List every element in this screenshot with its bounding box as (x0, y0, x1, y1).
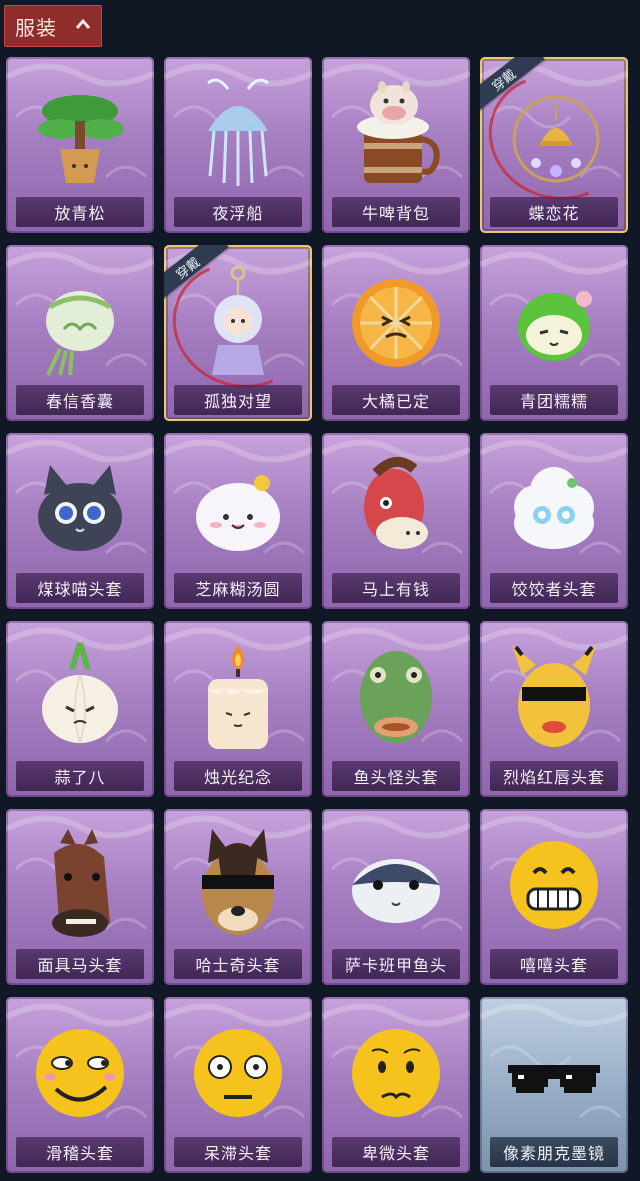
costume-grid: 放青松 夜浮船 牛啤背包 穿戴 蝶恋花 春信香囊 穿戴 孤独对望 大橘已定 青团… (4, 57, 636, 1181)
smirk-emoji-icon (36, 1029, 124, 1117)
costume-item-label: 面具马头套 (16, 949, 144, 979)
costume-item-label: 萨卡班甲鱼头 (332, 949, 460, 979)
cow-beer-mug-icon (357, 81, 440, 183)
costume-item-card[interactable]: 穿戴 孤独对望 (164, 245, 312, 421)
costume-item-label: 呆滞头套 (174, 1137, 302, 1167)
horse-head-mask-icon (52, 829, 110, 937)
costume-item-label: 饺饺者头套 (490, 573, 618, 603)
sachet-pouch-icon (46, 291, 114, 376)
costume-item-label: 像素朋克墨镜 (490, 1137, 618, 1167)
costume-item-card[interactable]: 大橘已定 (322, 245, 470, 421)
costume-item-card[interactable]: 放青松 (6, 57, 154, 233)
costume-item-label: 烛光纪念 (174, 761, 302, 791)
costume-item-card[interactable]: 青团糯糯 (480, 245, 628, 421)
costume-item-card[interactable]: 穿戴 蝶恋花 (480, 57, 628, 233)
costume-item-card[interactable]: 嘻嘻头套 (480, 809, 628, 985)
costume-item-label: 哈士奇头套 (174, 949, 302, 979)
costume-item-label: 烈焰红唇头套 (490, 761, 618, 791)
costume-item-label: 青团糯糯 (490, 385, 618, 415)
dazed-emoji-icon (194, 1029, 282, 1117)
pixel-sunglasses-icon (508, 1065, 600, 1093)
garlic-face-icon (42, 642, 118, 744)
red-horse-head-icon (364, 457, 428, 549)
jellyfish-icon (207, 78, 269, 186)
costume-item-card[interactable]: 滑稽头套 (6, 997, 154, 1173)
costume-item-card[interactable]: 像素朋克墨镜 (480, 997, 628, 1173)
round-fish-head-icon (352, 859, 440, 923)
yellow-sunglasses-mask-icon (512, 645, 596, 747)
chevron-up-icon (75, 18, 91, 29)
costume-item-card[interactable]: 蒜了八 (6, 621, 154, 797)
costume-item-card[interactable]: 卑微头套 (322, 997, 470, 1173)
costume-item-label: 孤独对望 (174, 385, 302, 415)
costume-item-card[interactable]: 夜浮船 (164, 57, 312, 233)
costume-item-card[interactable]: 春信香囊 (6, 245, 154, 421)
costume-item-card[interactable]: 芝麻糊汤圆 (164, 433, 312, 609)
costume-item-card[interactable]: 马上有钱 (322, 433, 470, 609)
costume-item-label: 大橘已定 (332, 385, 460, 415)
rice-dumpling-face-icon (196, 475, 280, 551)
costume-item-label: 放青松 (16, 197, 144, 227)
costume-item-card[interactable]: 牛啤背包 (322, 57, 470, 233)
costume-item-label: 蒜了八 (16, 761, 144, 791)
costume-item-label: 煤球喵头套 (16, 573, 144, 603)
green-rice-ball-icon (518, 291, 592, 361)
costume-item-label: 牛啤背包 (332, 197, 460, 227)
costume-item-label: 马上有钱 (332, 573, 460, 603)
costume-item-card[interactable]: 面具马头套 (6, 809, 154, 985)
costume-item-label: 芝麻糊汤圆 (174, 573, 302, 603)
costume-item-label: 滑稽头套 (16, 1137, 144, 1167)
costume-item-card[interactable]: 哈士奇头套 (164, 809, 312, 985)
husky-sunglasses-icon (202, 829, 274, 935)
costume-item-card[interactable]: 饺饺者头套 (480, 433, 628, 609)
timid-emoji-icon (352, 1029, 440, 1117)
candle-face-icon (208, 645, 268, 749)
costume-item-label: 嘻嘻头套 (490, 949, 618, 979)
costume-item-card[interactable]: 呆滞头套 (164, 997, 312, 1173)
costume-item-label: 春信香囊 (16, 385, 144, 415)
costume-item-label: 卑微头套 (332, 1137, 460, 1167)
costume-item-card[interactable]: 烛光纪念 (164, 621, 312, 797)
costume-item-card[interactable]: 鱼头怪头套 (322, 621, 470, 797)
costume-item-label: 蝶恋花 (490, 197, 618, 227)
costume-item-label: 夜浮船 (174, 197, 302, 227)
doll-charm-icon (212, 265, 264, 375)
costume-item-label: 鱼头怪头套 (332, 761, 460, 791)
butterfly-bell-ornament-icon (512, 95, 600, 183)
grin-emoji-icon (510, 841, 598, 929)
costume-category-tab[interactable]: 服装 (4, 5, 102, 47)
bonsai-pine-icon (38, 95, 124, 183)
fish-head-mask-icon (360, 651, 432, 743)
costume-item-card[interactable]: 煤球喵头套 (6, 433, 154, 609)
costume-item-card[interactable]: 萨卡班甲鱼头 (322, 809, 470, 985)
black-cat-head-icon (38, 465, 122, 551)
costume-item-card[interactable]: 烈焰红唇头套 (480, 621, 628, 797)
category-title: 服装 (15, 15, 57, 40)
orange-slice-face-icon (352, 279, 440, 367)
cloud-dumpling-head-icon (514, 467, 594, 549)
